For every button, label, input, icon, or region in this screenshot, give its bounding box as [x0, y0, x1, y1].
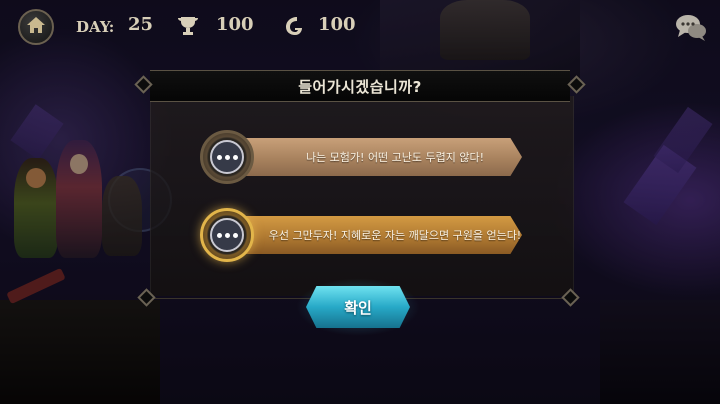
choice-option-1[interactable]: 나는 모험가! 어떤 고난도 두렵지 않다!: [196, 130, 528, 184]
option-label: 나는 모험가! 어떤 고난도 두렵지 않다!: [305, 151, 485, 164]
option-label: 우선 그만두자! 지혜로운 자는 깨달으면 구원을 얻는다!: [268, 229, 522, 242]
option-badge-selected: [200, 208, 254, 262]
day-label: DAY:: [76, 18, 115, 36]
confirm-label: 확인: [344, 298, 372, 317]
day-value: 25: [128, 14, 154, 35]
trophy-value: 100: [216, 14, 254, 35]
gold-value: 100: [318, 14, 356, 35]
ellipsis-icon: [210, 218, 244, 252]
option-badge: [200, 130, 254, 184]
dialog-title-bar: 들어가시겠습니까?: [150, 70, 570, 102]
chat-button[interactable]: [674, 12, 708, 44]
gold-coin-icon: [282, 14, 306, 38]
ellipsis-icon: [210, 140, 244, 174]
dialog-title: 들어가시겠습니까?: [298, 77, 422, 96]
home-icon: [26, 16, 46, 38]
confirm-button[interactable]: 확인: [306, 286, 410, 328]
trophy-icon: [176, 14, 200, 38]
chat-bubbles-icon: [674, 15, 708, 48]
top-hud: DAY: 25 100 100: [0, 0, 720, 52]
home-button[interactable]: [18, 9, 54, 45]
choice-option-2[interactable]: 우선 그만두자! 지혜로운 자는 깨달으면 구원을 얻는다!: [196, 208, 528, 262]
dialog-panel: [150, 96, 574, 296]
